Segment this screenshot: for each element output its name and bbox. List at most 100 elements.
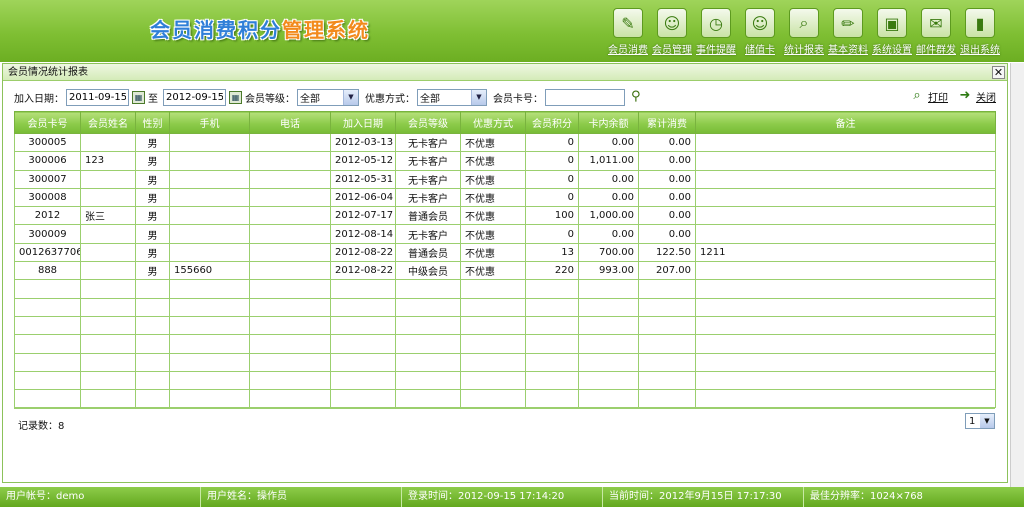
table-row[interactable]: 300006 123 男 2012-05-12 无卡客户 不优惠 0 1,011.00 0.00 [14, 151, 996, 171]
column-header[interactable]: 会员积分 [525, 111, 579, 134]
date-from-input[interactable] [66, 88, 129, 106]
column-header[interactable]: 优惠方式 [460, 111, 526, 134]
table-row[interactable]: 888 男 155660 2012-08-22 中级会员 不优惠 220 993.00 207.… [14, 261, 996, 281]
table-cell: 男 [135, 132, 170, 153]
toolbar-button[interactable]: ☺ 会员管理 [650, 6, 694, 58]
table-cell [169, 315, 250, 336]
table-cell [135, 389, 170, 409]
table-cell [249, 315, 331, 336]
table-cell: 0.00 [578, 132, 639, 153]
discount-select[interactable]: 全部 ▼ [417, 88, 487, 106]
column-header[interactable]: 会员等级 [395, 111, 461, 134]
table-cell: 2012-03-13 [330, 132, 396, 153]
table-cell [695, 187, 996, 208]
table-cell [525, 352, 579, 372]
table-cell: 0.00 [638, 206, 696, 226]
table-cell: 2012-08-22 [330, 261, 396, 281]
table-cell [14, 279, 81, 299]
status-bar: 用户帐号：demo 用户姓名：操作员 登录时间：2012-09-15 17:14… [0, 487, 1024, 507]
table-cell: 0012637706 [14, 242, 81, 263]
column-header[interactable]: 手机 [169, 111, 250, 134]
toolbar-button[interactable]: ⌕ 统计报表 [782, 6, 826, 58]
table-row-empty [14, 297, 996, 317]
table-cell: 不优惠 [460, 187, 526, 208]
table-cell [249, 187, 331, 208]
table-row[interactable]: 300009 男 2012-08-14 无卡客户 不优惠 0 0.00 0.00 [14, 224, 996, 244]
column-header[interactable]: 性别 [135, 111, 170, 134]
table-cell [460, 352, 526, 372]
column-header[interactable]: 电话 [249, 111, 331, 134]
toolbar-button-label: 系统设置 [872, 45, 912, 56]
table-cell [80, 334, 136, 354]
search-icon[interactable]: ⚲ [631, 89, 647, 105]
card-number-input[interactable] [545, 88, 625, 106]
toolbar-button[interactable]: ☺ 储值卡 [738, 6, 782, 58]
table-row[interactable]: 300005 男 2012-03-13 无卡客户 不优惠 0 0.00 0.00 [14, 132, 996, 153]
table-cell [695, 352, 996, 372]
table-cell [80, 370, 136, 391]
calendar-icon[interactable]: ▦ [229, 90, 242, 104]
table-cell [249, 206, 331, 226]
table-cell [169, 279, 250, 299]
table-cell [249, 297, 331, 317]
toolbar-button[interactable]: ▣ 系统设置 [870, 6, 914, 58]
date-to-input[interactable] [163, 88, 226, 106]
table-row[interactable]: 0012637706 男 2012-08-22 普通会员 不优惠 13 700.00 122.… [14, 242, 996, 263]
level-select[interactable]: 全部 ▼ [297, 88, 359, 106]
table-cell: 男 [135, 224, 170, 244]
table-row[interactable]: 300007 男 2012-05-31 无卡客户 不优惠 0 0.00 0.00 [14, 169, 996, 189]
table-cell [395, 279, 461, 299]
print-button[interactable]: ⌕ 打印 [908, 88, 948, 104]
table-cell: 220 [525, 261, 579, 281]
table-cell [169, 242, 250, 263]
toolbar-button[interactable]: ✉ 邮件群发 [914, 6, 958, 58]
frame-icon: ▣ [877, 8, 907, 38]
table-cell: 300009 [14, 224, 81, 244]
table-cell [169, 370, 250, 391]
table-cell [460, 389, 526, 409]
table-cell [395, 389, 461, 409]
table-cell: 0.00 [578, 187, 639, 208]
table-cell: 0.00 [638, 187, 696, 208]
toolbar-button[interactable]: ✏ 基本资料 [826, 6, 870, 58]
table-cell [460, 279, 526, 299]
table-cell [525, 389, 579, 409]
table-cell: 2012 [14, 206, 81, 226]
table-cell [525, 315, 579, 336]
table-cell [695, 315, 996, 336]
table-cell [695, 169, 996, 189]
table-cell [169, 169, 250, 189]
table-cell [14, 389, 81, 409]
table-cell [578, 297, 639, 317]
column-header[interactable]: 备注 [695, 111, 996, 134]
column-header[interactable]: 会员姓名 [80, 111, 136, 134]
table-cell [638, 352, 696, 372]
table-cell: 1,000.00 [578, 206, 639, 226]
table-cell [249, 151, 331, 171]
toolbar-button[interactable]: ✎ 会员消费 [606, 6, 650, 58]
toolbar-button[interactable]: ▮ 退出系统 [958, 6, 1002, 58]
card-number-label: 会员卡号： [493, 93, 543, 105]
column-header[interactable]: 累计消费 [638, 111, 696, 134]
table-cell [249, 169, 331, 189]
magnifier-icon: ⌕ [789, 8, 819, 38]
table-cell [460, 334, 526, 354]
table-row[interactable]: 2012 张三男 2012-07-17 普通会员 不优惠 100 1,000.00 0.00 [14, 206, 996, 226]
print-search-icon: ⌕ [913, 88, 921, 103]
calendar-icon[interactable]: ▦ [132, 90, 145, 104]
toolbar-button[interactable]: ◷ 事件提醒 [694, 6, 738, 58]
page-select[interactable]: 1 ▼ [965, 413, 995, 429]
arrow-right-icon: ➜ [959, 88, 971, 103]
table-cell [330, 279, 396, 299]
column-header[interactable]: 卡内余额 [578, 111, 639, 134]
table-header-row: 会员卡号 会员姓名 性别 手机 电话 加入日期 会员等级 优惠方式 会员积分 卡内余额 累计消费 备注 [14, 111, 996, 134]
table-cell [135, 297, 170, 317]
column-header[interactable]: 会员卡号 [14, 111, 81, 134]
table-row[interactable]: 300008 男 2012-06-04 无卡客户 不优惠 0 0.00 0.00 [14, 187, 996, 208]
table-cell [169, 297, 250, 317]
column-header[interactable]: 加入日期 [330, 111, 396, 134]
close-button[interactable]: ➜ 关闭 [956, 88, 996, 104]
table-cell: 100 [525, 206, 579, 226]
panel-close-button[interactable]: ✕ [992, 66, 1005, 79]
toolbar-button-label: 基本资料 [828, 45, 868, 56]
